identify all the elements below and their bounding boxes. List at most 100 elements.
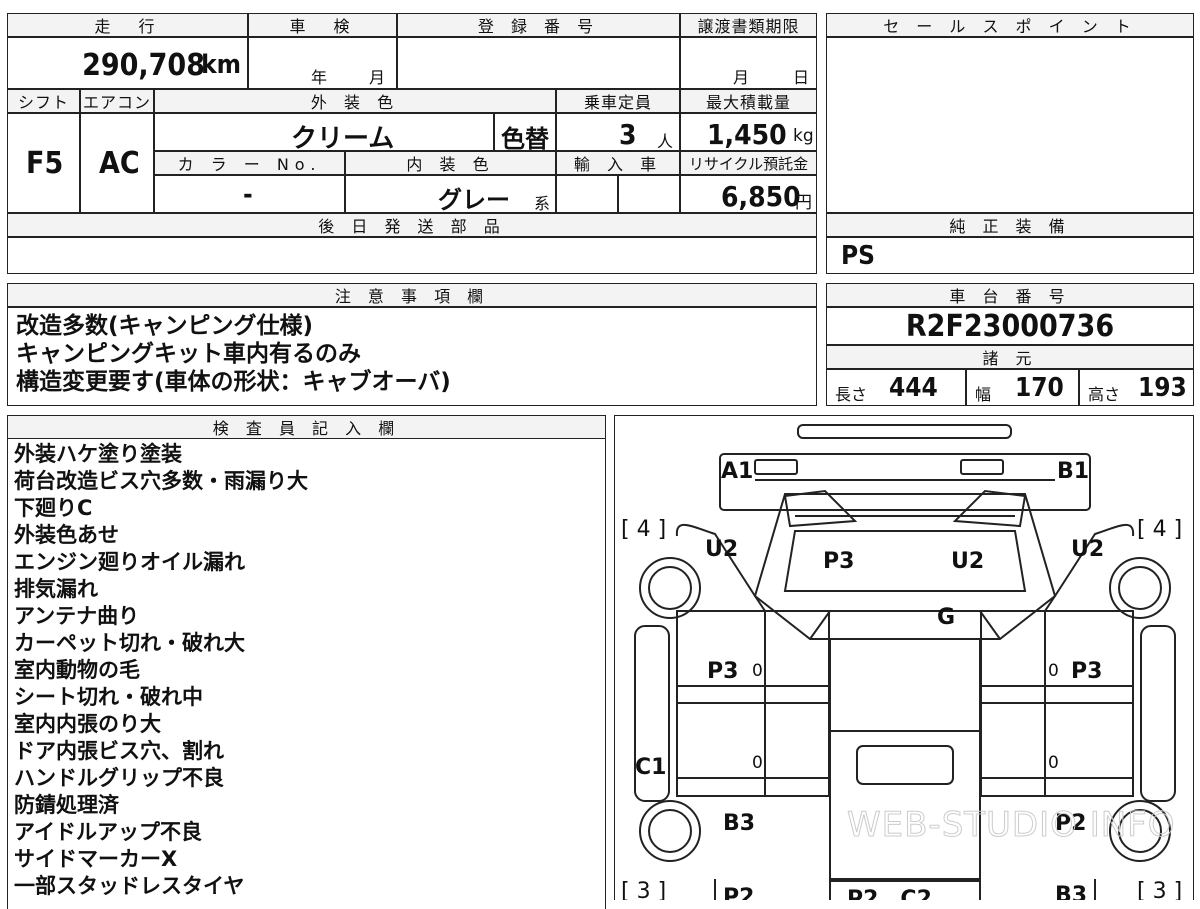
- equipment-value: PS: [841, 241, 875, 271]
- note-line: 構造変更要す(車体の形状：キャブオーバ): [16, 369, 451, 395]
- inspector-line: 外装ハケ塗り塗装: [14, 442, 182, 466]
- inspector-notes: 外装ハケ塗り塗装 荷台改造ビス穴多数・雨漏り大 下廻りC 外装色あせ エンジン廻…: [7, 439, 606, 909]
- capacity-value: 3: [619, 118, 637, 151]
- vehicle-diagram-svg: A1 B1 [ 4 ] [ 4 ] U2 U2 P3 U2 G P3 P3 0 …: [621, 424, 1182, 900]
- ac-header: エアコン: [80, 89, 154, 113]
- mark-p3-center: P3: [823, 549, 854, 574]
- mark-c1: C1: [635, 755, 666, 780]
- mileage-cell: 290,708 km: [7, 37, 248, 89]
- import-cell-b: [618, 175, 680, 213]
- interior-color-header: 内 装 色: [345, 151, 556, 175]
- notes-header: 注 意 事 項 欄: [7, 283, 817, 307]
- mark-u2-center: U2: [951, 549, 984, 574]
- color-number-value: -: [243, 180, 253, 210]
- interior-color-value: グレー: [438, 186, 510, 214]
- inspector-line: 防錆処理済: [14, 793, 119, 817]
- length-cell: 長さ 444: [826, 369, 966, 406]
- inspector-line: 室内動物の毛: [14, 658, 140, 682]
- shift-cell: F5: [7, 113, 80, 213]
- inspector-line: カーペット切れ・破れ大: [14, 631, 245, 655]
- watermark: WEB-STUDIO INFO: [847, 805, 1176, 845]
- mark-p2-bottom-left: P2: [723, 885, 754, 900]
- note-line: 改造多数(キャンピング仕様): [16, 313, 314, 339]
- color-number-cell: -: [154, 175, 345, 213]
- width-label: 幅: [975, 385, 992, 404]
- import-cell-a: [556, 175, 618, 213]
- chassis-number-cell: R2F23000736: [826, 307, 1194, 345]
- mark-u2-right: U2: [1071, 537, 1104, 562]
- exterior-color-value: クリーム: [291, 124, 395, 154]
- inspection-year-label: 年: [311, 68, 328, 87]
- tire-front-left-label: [ 4 ]: [621, 517, 666, 542]
- later-parts-header: 後 日 発 送 部 品: [7, 213, 817, 237]
- ac-value: AC: [99, 146, 140, 181]
- exterior-color-cell: クリーム: [154, 113, 494, 154]
- inspection-cell: 年 月: [248, 37, 397, 89]
- vehicle-diagram: A1 B1 [ 4 ] [ 4 ] U2 U2 P3 U2 G P3 P3 0 …: [614, 415, 1194, 900]
- inspector-header: 検 査 員 記 入 欄: [7, 415, 606, 439]
- inspection-month-label: 月: [369, 68, 386, 87]
- transfer-deadline-cell: 月 日: [680, 37, 817, 89]
- chassis-number-value: R2F23000736: [905, 309, 1115, 344]
- transfer-deadline-header: 譲渡書類期限: [680, 13, 817, 37]
- mark-u2-left: U2: [705, 537, 738, 562]
- interior-color-suffix: 系: [534, 194, 551, 213]
- inspector-line: エンジン廻りオイル漏れ: [14, 550, 245, 574]
- width-value: 170: [1015, 373, 1064, 403]
- mark-a1: A1: [721, 459, 753, 484]
- later-parts-cell: [7, 237, 817, 274]
- tire-rear-left-label: [ 3 ]: [621, 879, 666, 900]
- mileage-header: 走 行: [7, 13, 248, 37]
- inspector-line: ドア内張ビス穴、割れ: [14, 739, 224, 763]
- transfer-day-label: 日: [793, 68, 810, 87]
- inspector-line: 外装色あせ: [14, 523, 119, 547]
- inspection-header: 車 検: [248, 13, 397, 37]
- mark-zero: 0: [1048, 661, 1059, 681]
- import-header: 輸 入 車: [556, 151, 680, 175]
- inspector-line: アンテナ曲り: [14, 604, 140, 628]
- height-value: 193: [1138, 373, 1187, 403]
- recycle-fee-unit: 円: [795, 193, 812, 213]
- ac-cell: AC: [80, 113, 154, 213]
- height-label: 高さ: [1088, 385, 1121, 404]
- mark-b3-bottom-right: B3: [1055, 883, 1087, 900]
- mark-b1: B1: [1057, 459, 1089, 484]
- recycle-fee-header: リサイクル預託金: [680, 151, 817, 175]
- transfer-month-label: 月: [733, 68, 750, 87]
- mark-p3-left: P3: [707, 659, 738, 684]
- mark-zero: 0: [752, 753, 763, 773]
- tire-rear-right-label: [ 3 ]: [1137, 879, 1182, 900]
- capacity-unit: 人: [657, 132, 674, 151]
- sales-point-header: セ ー ル ス ポ イ ン ト: [826, 13, 1194, 37]
- recycle-fee-value: 6,850: [721, 180, 801, 213]
- registration-header: 登 録 番 号: [397, 13, 680, 37]
- inspector-line: サイドマーカーX: [14, 847, 178, 871]
- inspector-line: 一部スタッドレスタイヤ: [14, 874, 245, 898]
- length-value: 444: [889, 373, 938, 403]
- mark-p3-right: P3: [1071, 659, 1102, 684]
- tire-front-right-label: [ 4 ]: [1137, 517, 1182, 542]
- shift-value: F5: [26, 146, 64, 181]
- note-line: キャンピングキット車内有るのみ: [16, 341, 361, 367]
- mark-g: G: [937, 605, 955, 630]
- recycle-fee-cell: 6,850 円: [680, 175, 817, 213]
- max-load-cell: 1,450 kg: [680, 113, 817, 151]
- chassis-number-header: 車 台 番 号: [826, 283, 1194, 307]
- capacity-cell: 3 人: [556, 113, 680, 151]
- inspector-line: ハンドルグリップ不良: [14, 766, 224, 790]
- inspector-line: 室内内張のり大: [14, 712, 161, 736]
- max-load-header: 最大積載量: [680, 89, 817, 113]
- inspector-line: アイドルアップ不良: [14, 820, 202, 844]
- inspector-line: 排気漏れ: [14, 577, 98, 601]
- sales-point-cell: [826, 37, 1194, 213]
- capacity-header: 乗車定員: [556, 89, 680, 113]
- mileage-value: 290,708: [82, 48, 205, 83]
- registration-cell: [397, 37, 680, 89]
- mileage-unit: km: [201, 50, 241, 80]
- shift-header: シフト: [7, 89, 80, 113]
- color-number-header: カ ラ ー No.: [154, 151, 345, 175]
- color-change-label: 色替: [501, 125, 549, 153]
- mark-zero: 0: [752, 661, 763, 681]
- inspector-line: 荷台改造ビス穴多数・雨漏り大: [14, 469, 308, 493]
- mark-bottom-center: P2 C2: [847, 887, 932, 900]
